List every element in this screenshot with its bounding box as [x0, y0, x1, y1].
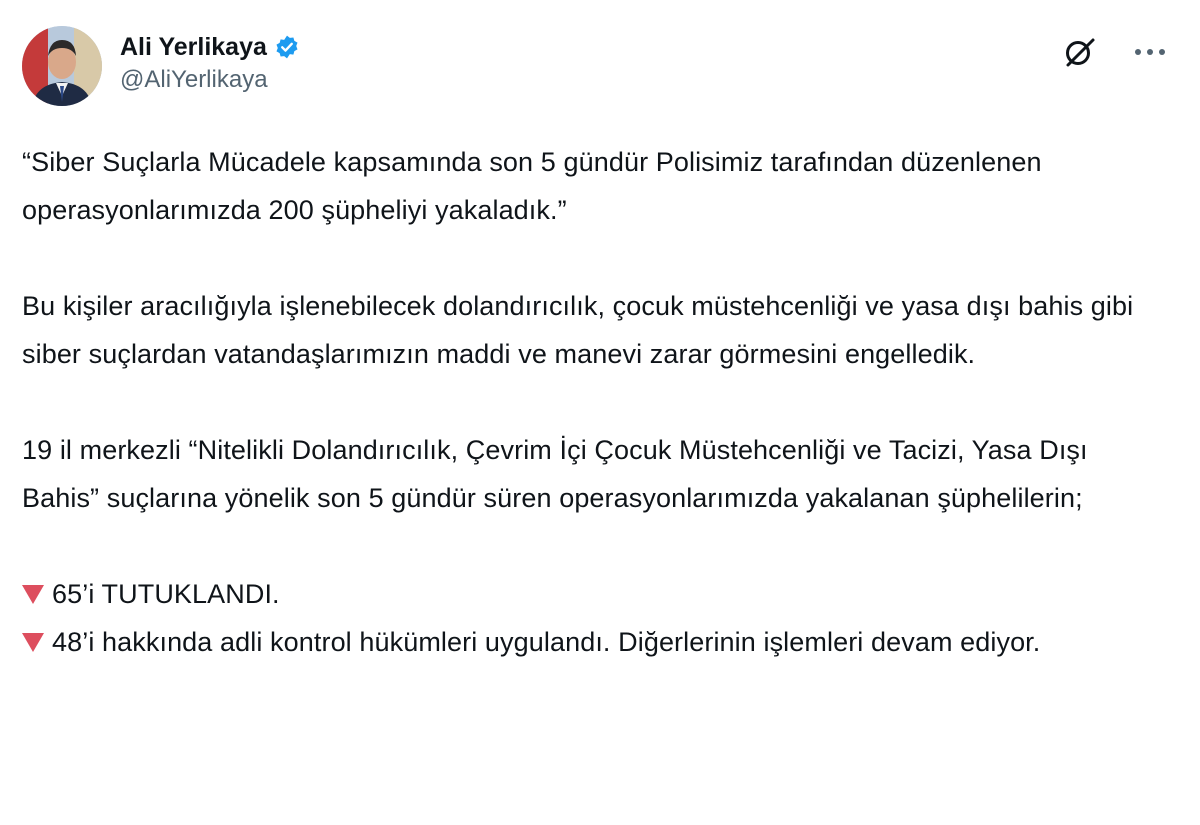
author-handle[interactable]: @AliYerlikaya	[120, 66, 300, 94]
tweet-paragraph-2: Bu kişiler aracılığıyla işlenebilecek do…	[22, 291, 1141, 369]
verified-badge-icon	[274, 34, 300, 60]
bullet-text: 65’i TUTUKLANDI.	[52, 579, 280, 609]
red-triangle-icon	[22, 585, 44, 604]
more-horizontal-icon[interactable]	[1130, 36, 1170, 68]
display-name[interactable]: Ali Yerlikaya	[120, 33, 267, 62]
tweet-paragraph-3: 19 il merkezli “Nitelikli Dolandırıcılık…	[22, 435, 1096, 513]
grok-icon[interactable]	[1062, 34, 1098, 70]
tweet-bullet-2: 48’i hakkında adli kontrol hükümleri uyg…	[22, 618, 1172, 666]
tweet-bullet-1: 65’i TUTUKLANDI.	[22, 570, 1172, 618]
avatar[interactable]	[22, 26, 102, 106]
bullet-text: 48’i hakkında adli kontrol hükümleri uyg…	[52, 627, 1041, 657]
author-block: Ali Yerlikaya @AliYerlikaya	[120, 30, 300, 94]
tweet: Ali Yerlikaya @AliYerlikaya “Siber Suçla…	[0, 0, 1200, 825]
tweet-paragraph-1: “Siber Suçlarla Mücadele kapsamında son …	[22, 147, 1050, 225]
red-triangle-icon	[22, 633, 44, 652]
display-name-row: Ali Yerlikaya	[120, 30, 300, 64]
tweet-text: “Siber Suçlarla Mücadele kapsamında son …	[22, 138, 1172, 666]
tweet-header: Ali Yerlikaya @AliYerlikaya	[22, 24, 1182, 108]
profile-photo-icon	[22, 26, 102, 106]
